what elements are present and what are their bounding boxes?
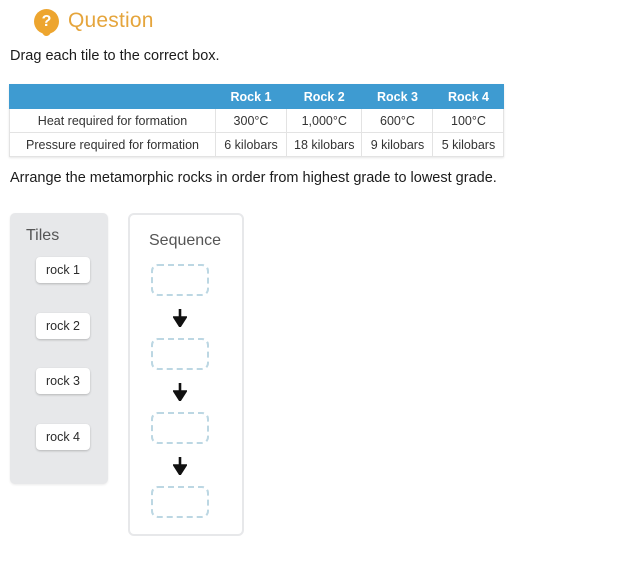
question-header: ? Question — [34, 9, 154, 37]
table-cell: 1,000°C — [285, 108, 363, 133]
sequence-dropbox-4[interactable] — [151, 486, 209, 518]
table-cell: 18 kilobars — [285, 132, 363, 157]
page-title: Question — [68, 9, 154, 32]
table-header: Rock 1 Rock 2 Rock 3 Rock 4 — [9, 84, 505, 109]
table-row: Heat required for formation 300°C 1,000°… — [9, 108, 505, 133]
tiles-panel-title: Tiles — [26, 227, 60, 244]
table-column-header: Rock 3 — [361, 84, 434, 109]
sequence-panel-title: Sequence — [149, 232, 222, 249]
sequence-panel: Sequence — [128, 213, 244, 536]
sequence-dropbox-1[interactable] — [151, 264, 209, 296]
tile-rock-4[interactable]: rock 4 — [36, 424, 90, 450]
rock-properties-table: Rock 1 Rock 2 Rock 3 Rock 4 Heat require… — [9, 84, 505, 157]
down-arrow-icon — [172, 309, 188, 327]
tiles-panel: Tiles rock 1 rock 2 rock 3 rock 4 — [10, 213, 108, 484]
table-column-header: Rock 4 — [432, 84, 505, 109]
table-column-header: Rock 2 — [285, 84, 363, 109]
sequence-dropbox-2[interactable] — [151, 338, 209, 370]
sequence-dropbox-3[interactable] — [151, 412, 209, 444]
table-cell: 5 kilobars — [432, 132, 505, 157]
table-cell: 600°C — [361, 108, 434, 133]
table-cell: 300°C — [215, 108, 287, 133]
table-row: Pressure required for formation 6 kiloba… — [9, 132, 505, 157]
table-cell: 6 kilobars — [215, 132, 287, 157]
question-badge-icon: ? — [34, 9, 59, 37]
table-corner-cell — [9, 84, 216, 109]
table-body: Heat required for formation 300°C 1,000°… — [9, 108, 505, 157]
tile-rock-2[interactable]: rock 2 — [36, 313, 90, 339]
down-arrow-icon — [172, 383, 188, 401]
table-row-label: Pressure required for formation — [9, 132, 216, 157]
arrange-instruction-text: Arrange the metamorphic rocks in order f… — [10, 170, 497, 186]
drag-instruction-text: Drag each tile to the correct box. — [10, 48, 220, 64]
table-header-row: Rock 1 Rock 2 Rock 3 Rock 4 — [9, 84, 505, 109]
table-column-header: Rock 1 — [215, 84, 287, 109]
question-mark-glyph: ? — [41, 12, 52, 30]
table-row-label: Heat required for formation — [9, 108, 216, 133]
tile-rock-1[interactable]: rock 1 — [36, 257, 90, 283]
tile-rock-3[interactable]: rock 3 — [36, 368, 90, 394]
down-arrow-icon — [172, 457, 188, 475]
table-cell: 100°C — [432, 108, 505, 133]
table-cell: 9 kilobars — [361, 132, 434, 157]
